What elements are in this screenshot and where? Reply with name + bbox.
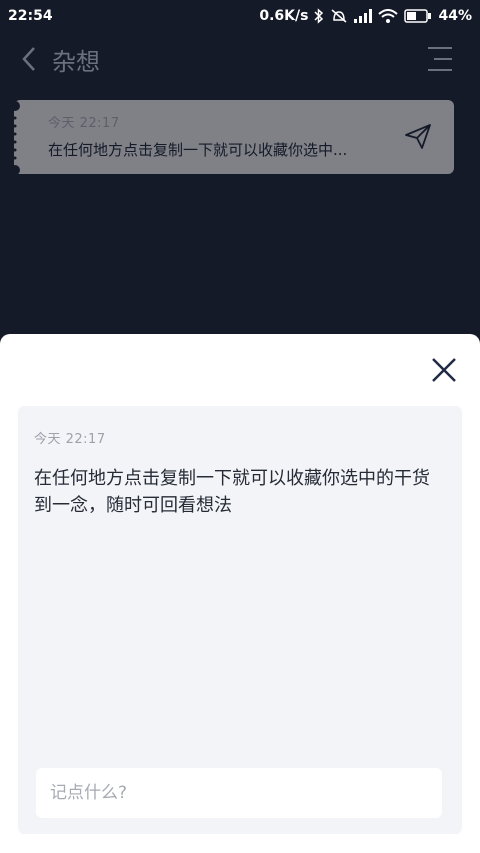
status-time: 22:54 bbox=[8, 8, 53, 24]
note-input[interactable] bbox=[36, 768, 442, 818]
page-title: 杂想 bbox=[52, 47, 100, 76]
wifi-icon bbox=[378, 9, 399, 23]
app-header: 杂想 bbox=[0, 32, 480, 86]
battery-level: 44% bbox=[438, 8, 472, 24]
note-detail-text: 在任何地方点击复制一下就可以收藏你选中的干货到一念，随时可回看想法 bbox=[34, 468, 430, 516]
bluetooth-icon bbox=[314, 8, 324, 24]
status-icons: 0.6K/s 44% bbox=[259, 8, 472, 24]
note-card-time: 今天 22:17 bbox=[48, 116, 120, 131]
battery-icon bbox=[404, 9, 432, 23]
note-detail-panel: 今天 22:17 在任何地方点击复制一下就可以收藏你选中的干货到一念，随时可回看… bbox=[18, 406, 462, 834]
menu-icon[interactable] bbox=[426, 46, 454, 72]
status-bar: 22:54 0.6K/s 44% bbox=[0, 0, 480, 32]
note-card-text: 在任何地方点击复制一下就可以收藏你选中... bbox=[48, 141, 348, 159]
send-icon[interactable] bbox=[404, 122, 432, 150]
mute-alarm-icon bbox=[330, 8, 348, 24]
back-arrow-icon[interactable] bbox=[14, 44, 44, 74]
note-card[interactable]: 今天 22:17 在任何地方点击复制一下就可以收藏你选中... bbox=[14, 100, 454, 174]
close-icon[interactable] bbox=[430, 356, 458, 384]
note-detail-sheet: 今天 22:17 在任何地方点击复制一下就可以收藏你选中的干货到一念，随时可回看… bbox=[0, 334, 480, 853]
note-detail-time: 今天 22:17 bbox=[34, 432, 106, 447]
net-speed: 0.6K/s bbox=[259, 8, 309, 24]
signal-icon bbox=[354, 9, 373, 23]
timeline-marker bbox=[8, 100, 22, 176]
